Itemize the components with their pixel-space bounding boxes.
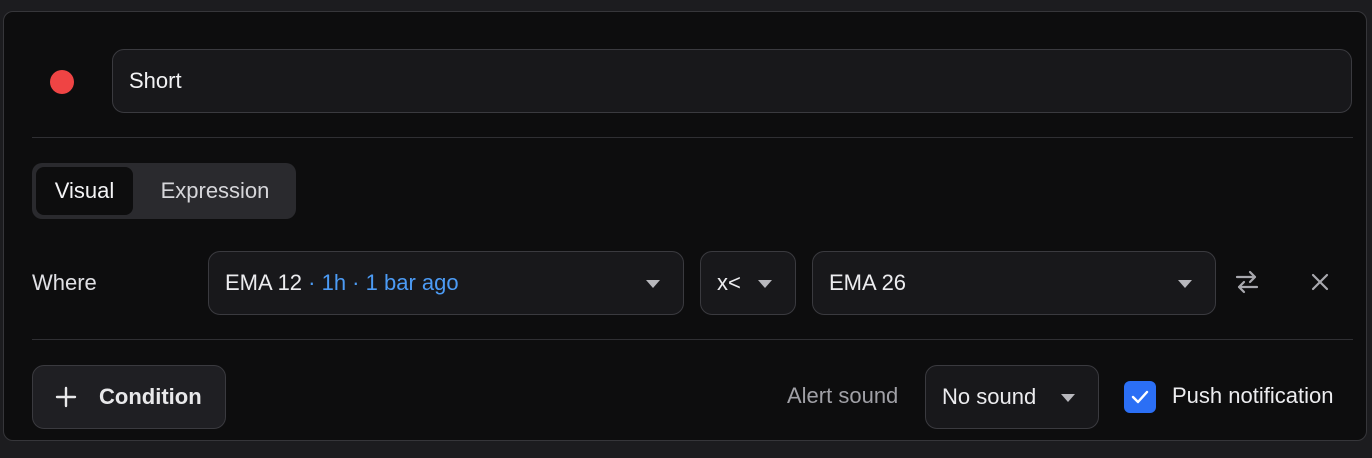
alert-sound-select[interactable]: No sound xyxy=(925,365,1099,429)
left-operand-offset: 1 bar ago xyxy=(365,270,459,295)
left-operand-indicator: EMA 12 xyxy=(225,270,303,295)
tab-expression[interactable]: Expression xyxy=(142,167,288,215)
left-operand-value: EMA 12 · 1h · 1 bar ago xyxy=(225,252,459,314)
add-condition-button[interactable]: Condition xyxy=(32,365,226,429)
push-notification-label: Push notification xyxy=(1172,383,1334,408)
chevron-down-icon xyxy=(758,280,772,288)
where-label: Where xyxy=(32,270,97,295)
chevron-down-icon xyxy=(1178,280,1192,288)
divider xyxy=(32,137,1353,138)
operator-value: x< xyxy=(717,270,741,295)
mode-toggle: Visual Expression xyxy=(32,163,296,219)
operator-select[interactable]: x< xyxy=(700,251,796,315)
right-operand-value: EMA 26 xyxy=(829,270,907,295)
swap-icon[interactable] xyxy=(1233,268,1261,296)
tab-visual[interactable]: Visual xyxy=(36,167,133,215)
checkmark-icon xyxy=(1131,390,1149,404)
alert-sound-label: Alert sound xyxy=(787,383,899,408)
condition-color-indicator[interactable] xyxy=(50,70,74,94)
left-operand-select[interactable]: EMA 12 · 1h · 1 bar ago xyxy=(208,251,684,315)
close-icon[interactable] xyxy=(1308,270,1332,294)
left-operand-timeframe: · 1h · xyxy=(302,270,366,295)
chevron-down-icon xyxy=(1061,394,1075,402)
add-condition-label: Condition xyxy=(99,384,202,409)
right-operand-select[interactable]: EMA 26 xyxy=(812,251,1216,315)
divider xyxy=(32,339,1353,340)
push-notification-checkbox[interactable] xyxy=(1124,381,1156,413)
chevron-down-icon xyxy=(646,280,660,288)
plus-icon xyxy=(55,386,77,408)
alert-sound-value: No sound xyxy=(942,384,1037,409)
condition-name-input[interactable] xyxy=(112,49,1352,113)
alert-condition-panel: Visual Expression Where EMA 12 · 1h · 1 … xyxy=(3,11,1367,441)
